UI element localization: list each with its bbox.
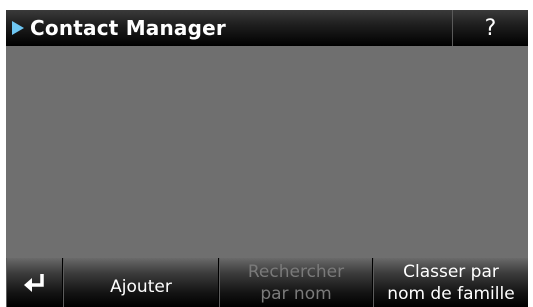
search-label-line1: Rechercher bbox=[247, 261, 345, 282]
help-button[interactable]: ? bbox=[452, 10, 528, 46]
bottom-toolbar: Ajouter Rechercher par nom Classer par n… bbox=[6, 258, 528, 307]
contact-list-area bbox=[6, 46, 528, 258]
title-arrow-icon bbox=[12, 21, 24, 35]
sort-label-line2: nom de famille bbox=[387, 283, 515, 304]
search-label-line2: par nom bbox=[260, 283, 332, 304]
add-contact-button[interactable]: Ajouter bbox=[63, 258, 219, 307]
title-bar: Contact Manager ? bbox=[6, 10, 528, 46]
search-by-name-button[interactable]: Rechercher par nom bbox=[219, 258, 373, 307]
back-button[interactable] bbox=[6, 258, 63, 307]
return-arrow-icon bbox=[22, 272, 48, 294]
add-contact-label: Ajouter bbox=[110, 276, 172, 297]
contact-manager-screen: Contact Manager ? Ajouter Rechercher par… bbox=[0, 0, 533, 307]
sort-by-surname-button[interactable]: Classer par nom de famille bbox=[373, 258, 528, 307]
sort-label-line1: Classer par bbox=[403, 261, 499, 282]
